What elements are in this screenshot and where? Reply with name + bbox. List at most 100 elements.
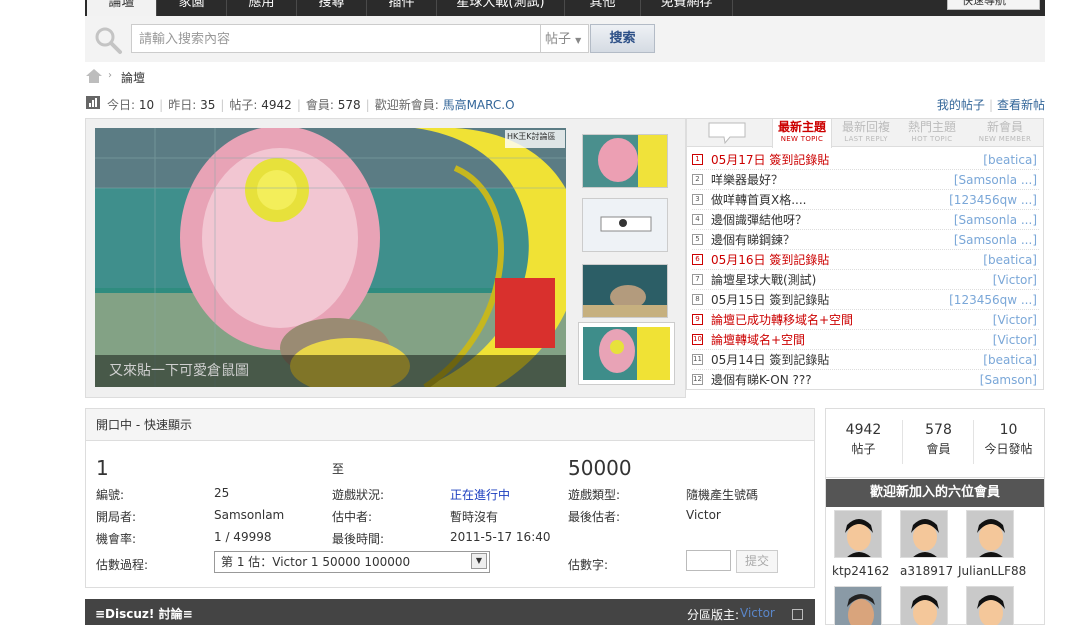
game-header[interactable]: 開口中 - 快速顯示 xyxy=(86,409,814,441)
tab-search[interactable]: 搜尋 xyxy=(297,0,367,16)
topic-item[interactable]: 9 論壇已成功轉移域名+空間 [Victor] xyxy=(692,310,1039,330)
search-input[interactable]: 請輸入搜索內容 xyxy=(131,24,541,53)
today-label: 今日: xyxy=(107,98,136,112)
game-guesser: 暫時沒有 xyxy=(450,510,499,524)
my-posts-link[interactable]: 我的帖子 xyxy=(937,98,985,112)
member-name[interactable]: a318917 xyxy=(900,564,953,578)
game-status-label: 遊戲狀況: xyxy=(332,488,385,502)
sidebar-stat-today: 10 今日發帖 xyxy=(984,422,1033,456)
game-type-label: 遊戲類型: xyxy=(568,488,621,502)
slideshow-thumb-1[interactable] xyxy=(582,134,668,188)
slideshow-caption[interactable]: 又來貼一下可愛倉鼠圖 xyxy=(95,355,566,387)
game-guess-label: 估數字: xyxy=(568,558,609,572)
game-id: 25 xyxy=(214,486,230,500)
sidebar-stat-posts: 4942 帖子 xyxy=(845,422,882,456)
game-opener: Samsonlam xyxy=(214,508,285,522)
moderator-link[interactable]: Victor xyxy=(740,606,775,620)
tab-other[interactable]: 其他 xyxy=(565,0,641,16)
topic-author[interactable]: [123456qw ...] xyxy=(949,190,1037,210)
moderator-label: 分區版主: xyxy=(687,608,740,622)
game-status: 正在進行中 xyxy=(450,488,511,502)
slideshow-watermark: HK王K討論區 xyxy=(507,132,556,141)
topic-author[interactable]: [beatica] xyxy=(983,150,1037,170)
user-links: 我的帖子 | 查看新帖 xyxy=(936,98,1045,112)
avatar[interactable] xyxy=(966,510,1014,558)
avatar[interactable] xyxy=(834,510,882,558)
game-last-time: 2011-5-17 16:40 xyxy=(450,530,551,544)
topic-author[interactable]: [Victor] xyxy=(993,330,1037,350)
topic-item[interactable]: 10 論壇轉域名+空間 [Victor] xyxy=(692,330,1039,350)
topic-item[interactable]: 4 邊個識彈結他呀？ [Samsonla ...] xyxy=(692,210,1039,230)
tab-apps[interactable]: 應用 xyxy=(227,0,297,16)
topic-item[interactable]: 5 邊個有睇鋼鍊？ [Samsonla ...] xyxy=(692,230,1039,250)
topic-item[interactable]: 2 咩樂器最好？ [Samsonla ...] xyxy=(692,170,1039,190)
home-icon[interactable] xyxy=(86,69,102,83)
topic-item[interactable]: 11 05月14日 簽到記錄貼 [beatica] xyxy=(692,350,1039,370)
member-name[interactable]: JulianLLF88 xyxy=(958,564,1026,578)
tab-new-member[interactable]: 新會員 NEW MEMBER xyxy=(970,119,1040,147)
guess-number-input[interactable] xyxy=(686,550,731,571)
topic-item[interactable]: 6 05月16日 簽到記錄貼 [beatica] xyxy=(692,250,1039,270)
quick-nav-button[interactable]: 快速導航 xyxy=(947,0,1040,10)
topic-item[interactable]: 1 05月17日 簽到記錄貼 [beatica] xyxy=(692,150,1039,170)
new-posts-link[interactable]: 查看新帖 xyxy=(997,98,1045,112)
game-last-guesser-label: 最後估者: xyxy=(568,510,621,524)
slideshow-thumb-2[interactable] xyxy=(582,198,668,252)
slideshow-thumb-4[interactable] xyxy=(578,322,675,385)
posts-label: 帖子: xyxy=(229,98,258,112)
game-id-label: 編號: xyxy=(96,488,125,502)
avatar[interactable] xyxy=(900,586,948,625)
game-type: 隨機產生號碼 xyxy=(686,488,759,502)
tab-plugins[interactable]: 插件 xyxy=(367,0,437,16)
topic-author[interactable]: [Samsonla ...] xyxy=(954,210,1037,230)
tab-last-reply[interactable]: 最新回複 LAST REPLY xyxy=(835,119,897,147)
newest-member-link[interactable]: 馬高MARC.O xyxy=(443,98,515,112)
tab-home[interactable]: 家園 xyxy=(157,0,227,16)
topic-item[interactable]: 7 論壇星球大戰(測試) [Victor] xyxy=(692,270,1039,290)
game-min: 1 xyxy=(96,456,109,480)
yesterday-count: 35 xyxy=(200,98,216,112)
tab-hot-topic[interactable]: 熱門主題 HOT TOPIC xyxy=(900,119,964,147)
search-button[interactable]: 搜索 xyxy=(590,24,655,53)
game-history-label: 估數過程: xyxy=(96,558,149,572)
topic-author[interactable]: [123456qw ...] xyxy=(949,290,1037,310)
topic-author[interactable]: [Samsonla ...] xyxy=(954,170,1037,190)
game-guesser-label: 估中者: xyxy=(332,510,373,524)
topic-author[interactable]: [Victor] xyxy=(993,310,1037,330)
hamster-photo xyxy=(95,128,566,387)
top-nav: 論壇 家園 應用 搜尋 插件 星球大戰(測試) 其他 免費網存 快速導航 xyxy=(85,0,1045,16)
breadcrumb-current[interactable]: 論壇 xyxy=(121,69,145,86)
chevron-down-icon[interactable]: ▼ xyxy=(471,553,487,569)
topic-author[interactable]: [Samsonla ...] xyxy=(954,230,1037,250)
topic-item[interactable]: 3 做咩轉首頁X格.... [123456qw ...] xyxy=(692,190,1039,210)
avatar[interactable] xyxy=(834,586,882,625)
tab-forum[interactable]: 論壇 xyxy=(87,0,157,16)
game-to: 至 xyxy=(332,462,345,476)
topic-item[interactable]: 8 05月15日 簽到記錄貼 [123456qw ...] xyxy=(692,290,1039,310)
topic-author[interactable]: [Samson] xyxy=(980,370,1037,390)
members-count: 578 xyxy=(337,98,361,112)
avatar[interactable] xyxy=(900,510,948,558)
collapse-icon[interactable] xyxy=(792,609,803,620)
slideshow-thumb-3[interactable] xyxy=(582,264,668,318)
forum-stats: 今日: 10 | 昨日: 35 | 帖子: 4942 | 會員: 578 | 歡迎新會員: 馬高… xyxy=(107,98,515,112)
tab-free-storage[interactable]: 免費網存 xyxy=(641,0,733,16)
avatar[interactable] xyxy=(966,586,1014,625)
breadcrumb-separator: › xyxy=(108,70,112,81)
topic-author[interactable]: [beatica] xyxy=(983,350,1037,370)
slideshow-main-image[interactable]: HK王K討論區 xyxy=(95,128,566,387)
game-opener-label: 開局者: xyxy=(96,510,137,524)
game-last-guesser: Victor xyxy=(686,508,721,522)
topic-author[interactable]: [beatica] xyxy=(983,250,1037,270)
game-last-time-label: 最後時間: xyxy=(332,532,385,546)
game-history-select[interactable]: 第 1 估：Victor 1 50000 100000 xyxy=(214,551,490,573)
topic-item[interactable]: 12 邊個有睇K-ON ??? [Samson] xyxy=(692,370,1039,390)
tab-new-topic[interactable]: 最新主題 NEW TOPIC xyxy=(772,119,832,148)
submit-guess-button[interactable]: 提交 xyxy=(736,550,778,573)
tab-starwars[interactable]: 星球大戰(測試) xyxy=(437,0,565,16)
speech-bubble-icon xyxy=(708,122,746,144)
member-name[interactable]: ktp24162 xyxy=(832,564,889,578)
game-max: 50000 xyxy=(568,456,632,480)
topic-author[interactable]: [Victor] xyxy=(993,270,1037,290)
search-type-select[interactable]: 帖子 ▼ xyxy=(541,24,589,53)
